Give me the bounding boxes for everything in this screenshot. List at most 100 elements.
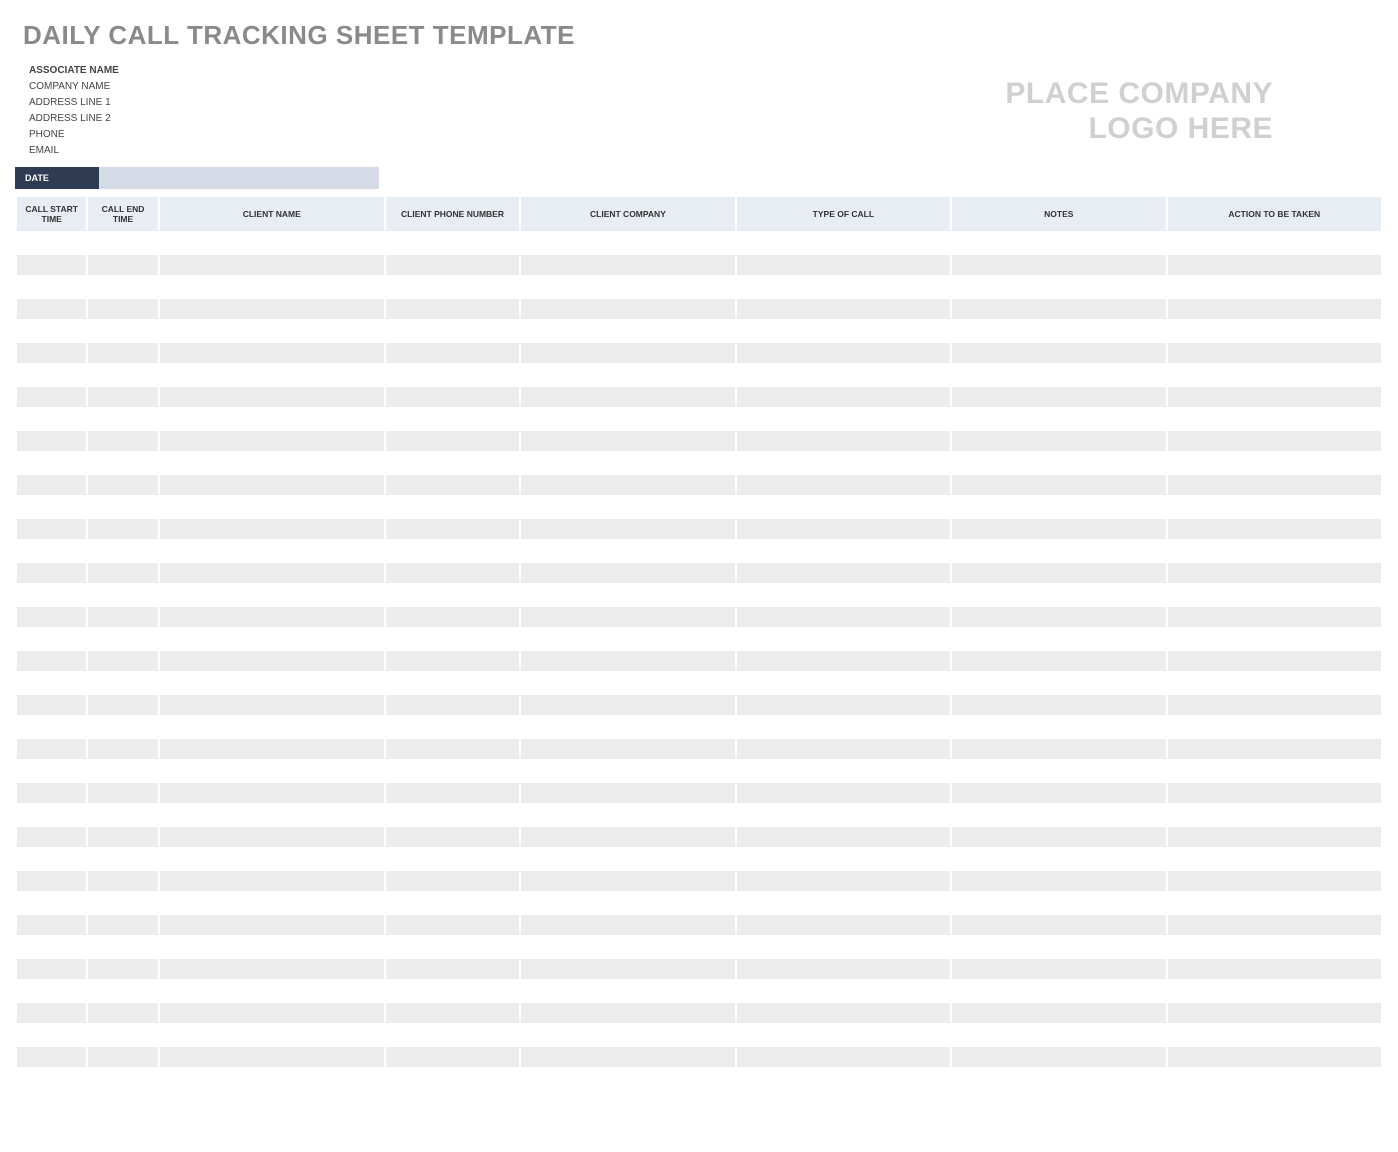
- table-cell[interactable]: [1168, 1003, 1381, 1023]
- table-cell[interactable]: [17, 299, 86, 319]
- table-cell[interactable]: [386, 321, 519, 341]
- table-cell[interactable]: [952, 277, 1165, 297]
- table-cell[interactable]: [952, 321, 1165, 341]
- table-cell[interactable]: [737, 761, 950, 781]
- table-cell[interactable]: [737, 277, 950, 297]
- table-cell[interactable]: [1168, 937, 1381, 957]
- date-input[interactable]: [99, 167, 379, 189]
- table-cell[interactable]: [160, 409, 384, 429]
- table-cell[interactable]: [521, 585, 734, 605]
- table-cell[interactable]: [88, 387, 157, 407]
- table-cell[interactable]: [737, 981, 950, 1001]
- table-cell[interactable]: [386, 629, 519, 649]
- table-cell[interactable]: [737, 431, 950, 451]
- table-cell[interactable]: [17, 805, 86, 825]
- table-cell[interactable]: [160, 937, 384, 957]
- table-cell[interactable]: [386, 299, 519, 319]
- table-cell[interactable]: [17, 739, 86, 759]
- table-cell[interactable]: [521, 717, 734, 737]
- table-cell[interactable]: [17, 1003, 86, 1023]
- table-cell[interactable]: [1168, 365, 1381, 385]
- table-cell[interactable]: [88, 981, 157, 1001]
- table-cell[interactable]: [521, 1047, 734, 1067]
- table-cell[interactable]: [160, 629, 384, 649]
- table-cell[interactable]: [88, 563, 157, 583]
- table-cell[interactable]: [160, 805, 384, 825]
- table-cell[interactable]: [386, 673, 519, 693]
- table-cell[interactable]: [386, 387, 519, 407]
- table-cell[interactable]: [1168, 409, 1381, 429]
- table-cell[interactable]: [1168, 959, 1381, 979]
- table-cell[interactable]: [521, 607, 734, 627]
- table-cell[interactable]: [386, 255, 519, 275]
- table-cell[interactable]: [521, 387, 734, 407]
- table-cell[interactable]: [521, 805, 734, 825]
- table-cell[interactable]: [17, 1047, 86, 1067]
- table-cell[interactable]: [952, 453, 1165, 473]
- table-cell[interactable]: [737, 453, 950, 473]
- table-cell[interactable]: [1168, 277, 1381, 297]
- table-cell[interactable]: [17, 783, 86, 803]
- table-cell[interactable]: [1168, 1025, 1381, 1045]
- table-cell[interactable]: [952, 827, 1165, 847]
- table-cell[interactable]: [160, 497, 384, 517]
- table-cell[interactable]: [17, 387, 86, 407]
- table-cell[interactable]: [737, 255, 950, 275]
- table-cell[interactable]: [160, 343, 384, 363]
- table-cell[interactable]: [160, 893, 384, 913]
- table-cell[interactable]: [521, 255, 734, 275]
- table-cell[interactable]: [737, 365, 950, 385]
- table-cell[interactable]: [160, 321, 384, 341]
- table-cell[interactable]: [952, 255, 1165, 275]
- table-cell[interactable]: [386, 915, 519, 935]
- table-cell[interactable]: [88, 893, 157, 913]
- table-cell[interactable]: [737, 607, 950, 627]
- table-cell[interactable]: [386, 849, 519, 869]
- table-cell[interactable]: [521, 761, 734, 781]
- table-cell[interactable]: [17, 321, 86, 341]
- table-cell[interactable]: [160, 717, 384, 737]
- table-cell[interactable]: [88, 365, 157, 385]
- table-cell[interactable]: [1168, 1047, 1381, 1067]
- table-cell[interactable]: [88, 409, 157, 429]
- table-cell[interactable]: [386, 431, 519, 451]
- table-cell[interactable]: [17, 497, 86, 517]
- table-cell[interactable]: [17, 409, 86, 429]
- table-cell[interactable]: [386, 343, 519, 363]
- table-cell[interactable]: [952, 585, 1165, 605]
- table-cell[interactable]: [1168, 695, 1381, 715]
- table-cell[interactable]: [386, 937, 519, 957]
- table-cell[interactable]: [521, 871, 734, 891]
- table-cell[interactable]: [17, 277, 86, 297]
- table-cell[interactable]: [17, 915, 86, 935]
- table-cell[interactable]: [160, 761, 384, 781]
- table-cell[interactable]: [88, 739, 157, 759]
- table-cell[interactable]: [17, 827, 86, 847]
- table-cell[interactable]: [88, 541, 157, 561]
- table-cell[interactable]: [17, 519, 86, 539]
- table-cell[interactable]: [737, 541, 950, 561]
- table-cell[interactable]: [737, 695, 950, 715]
- table-cell[interactable]: [737, 739, 950, 759]
- table-cell[interactable]: [952, 519, 1165, 539]
- table-cell[interactable]: [17, 1025, 86, 1045]
- table-cell[interactable]: [160, 277, 384, 297]
- table-cell[interactable]: [386, 871, 519, 891]
- table-cell[interactable]: [952, 915, 1165, 935]
- table-cell[interactable]: [17, 717, 86, 737]
- table-cell[interactable]: [1168, 299, 1381, 319]
- table-cell[interactable]: [88, 827, 157, 847]
- table-cell[interactable]: [88, 937, 157, 957]
- table-cell[interactable]: [1168, 893, 1381, 913]
- table-cell[interactable]: [17, 673, 86, 693]
- table-cell[interactable]: [160, 783, 384, 803]
- table-cell[interactable]: [952, 783, 1165, 803]
- table-cell[interactable]: [160, 563, 384, 583]
- table-cell[interactable]: [386, 497, 519, 517]
- table-cell[interactable]: [521, 915, 734, 935]
- table-cell[interactable]: [160, 981, 384, 1001]
- table-cell[interactable]: [88, 673, 157, 693]
- table-cell[interactable]: [952, 629, 1165, 649]
- table-cell[interactable]: [88, 871, 157, 891]
- table-cell[interactable]: [521, 959, 734, 979]
